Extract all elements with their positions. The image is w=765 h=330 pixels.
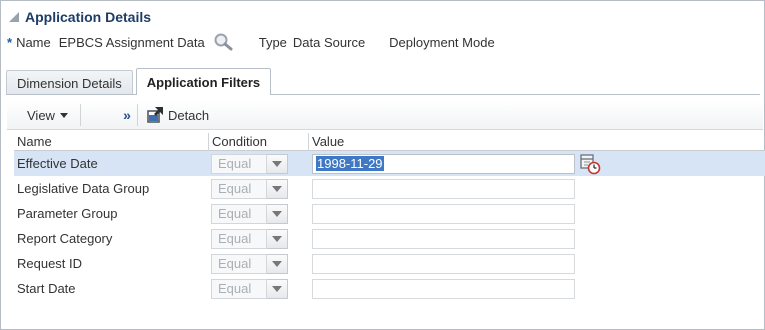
filter-name: Report Category [17,231,113,246]
tab-bar: Dimension Details Application Filters [6,68,274,95]
condition-value[interactable]: Equal [211,278,267,299]
condition-select[interactable]: Equal [209,228,309,249]
value-input[interactable] [312,178,575,199]
value-cell [309,178,765,199]
panel-header: Application Details [7,7,151,27]
value-cell [309,203,765,224]
value-input-text: 1998-11-29 [316,155,384,171]
filter-name: Start Date [17,281,76,296]
application-details-panel: Application Details * Name EPBCS Assignm… [0,0,765,330]
condition-value[interactable]: Equal [211,228,267,249]
overflow-button[interactable]: » [81,107,137,123]
condition-value[interactable]: Equal [211,203,267,224]
table-row[interactable]: Request ID Equal [14,251,765,276]
tab-application-filters[interactable]: Application Filters [135,68,272,95]
value-input[interactable] [312,253,575,274]
column-header-name[interactable]: Name [14,133,209,151]
value-cell [309,228,765,249]
table-row[interactable]: Report Category Equal [14,226,765,251]
condition-select[interactable]: Equal [209,178,309,199]
required-mark: * [7,34,13,50]
condition-select[interactable]: Equal [209,203,309,224]
value-input[interactable] [312,278,575,299]
calendar-icon[interactable] [579,153,601,175]
value-cell [309,278,765,299]
filter-name: Effective Date [17,156,98,171]
filter-name: Request ID [17,256,83,271]
condition-select[interactable]: Equal [209,153,309,174]
deployment-mode-label: Deployment Mode [389,34,495,50]
name-label: Name [16,34,51,50]
value-input[interactable] [312,203,575,224]
condition-dropdown-button[interactable] [267,253,288,274]
filter-name: Parameter Group [17,206,118,221]
magnifier-icon[interactable] [213,32,235,52]
condition-dropdown-button[interactable] [267,153,288,174]
condition-dropdown-button[interactable] [267,228,288,249]
table-row[interactable]: Effective Date Equal 1998-11-29 [14,151,765,176]
type-label: Type [258,34,287,50]
condition-dropdown-button[interactable] [267,178,288,199]
value-cell: 1998-11-29 [309,153,765,175]
condition-value[interactable]: Equal [211,178,267,199]
name-value: EPBCS Assignment Data [58,34,205,50]
application-filters-table: Name Condition Value Effective Date Equa… [14,133,765,303]
value-input[interactable] [312,228,575,249]
application-info-row: * Name EPBCS Assignment Data Type Data S… [7,32,495,52]
column-header-condition[interactable]: Condition [209,133,309,151]
collapse-triangle-icon[interactable] [7,10,21,24]
type-value: Data Source [292,34,366,50]
view-label: View [27,107,55,123]
column-header-value[interactable]: Value [309,133,765,151]
table-toolbar: View » Detach [7,101,763,130]
condition-dropdown-button[interactable] [267,203,288,224]
condition-value[interactable]: Equal [211,153,267,174]
chevron-down-icon [272,160,282,167]
detach-label: Detach [167,107,210,123]
view-menu-button[interactable]: View [7,101,80,129]
tab-dimension-details[interactable]: Dimension Details [6,70,133,95]
condition-select[interactable]: Equal [209,253,309,274]
table-row[interactable]: Start Date Equal [14,276,765,301]
table-header: Name Condition Value [14,133,765,151]
chevron-down-icon [272,185,282,192]
chevron-down-icon [272,235,282,242]
chevron-down-icon [272,285,282,292]
detach-icon [147,107,163,123]
chevron-down-icon [272,260,282,267]
condition-select[interactable]: Equal [209,278,309,299]
value-input[interactable]: 1998-11-29 [312,153,575,174]
condition-value[interactable]: Equal [211,253,267,274]
condition-dropdown-button[interactable] [267,278,288,299]
value-cell [309,253,765,274]
filter-name: Legislative Data Group [17,181,150,196]
table-row[interactable]: Parameter Group Equal [14,201,765,226]
chevron-down-icon [59,112,68,118]
panel-title: Application Details [25,9,152,25]
chevron-down-icon [272,210,282,217]
tab-divider [6,94,760,95]
table-row[interactable]: Legislative Data Group Equal [14,176,765,201]
detach-button[interactable]: Detach [138,106,209,124]
